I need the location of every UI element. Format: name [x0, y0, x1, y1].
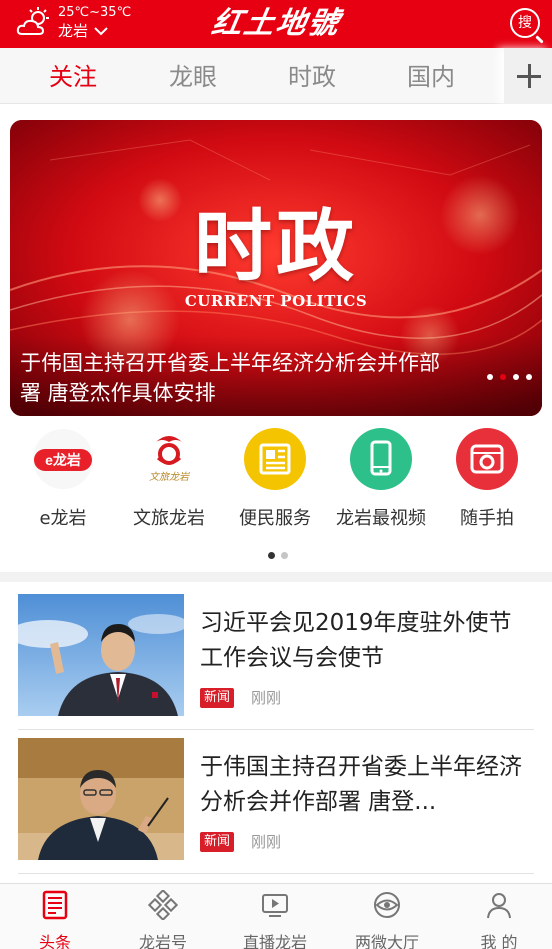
tab-follow[interactable]: 关注 — [33, 48, 113, 104]
news-thumbnail-image — [18, 738, 184, 860]
news-title: 于伟国主持召开省委上半年经济分析会并作部署 唐登... — [200, 754, 522, 815]
wenlv-logo-text: 文旅龙岩 — [149, 471, 190, 483]
section-divider — [0, 572, 552, 582]
nav-longyan-account[interactable]: 龙岩号 — [108, 888, 218, 949]
carousel-dot-active[interactable] — [500, 374, 506, 380]
e-longyan-logo-graphic: e龙岩 — [33, 429, 93, 489]
eye-icon — [374, 892, 400, 918]
news-item[interactable]: 于伟国主持召开省委上半年经济分析会并作部署 唐登... 新闻 刚刚 — [18, 738, 534, 874]
carousel-indicator — [480, 374, 532, 380]
e-longyan-logo-text: e龙岩 — [45, 452, 81, 468]
e-longyan-logo-icon: e龙岩 — [32, 428, 94, 490]
news-separator — [18, 873, 534, 874]
newspaper-glyph — [259, 443, 291, 475]
tab-politics[interactable]: 时政 — [272, 48, 352, 104]
news-thumbnail — [18, 594, 184, 716]
nav-headline[interactable]: 头条 — [0, 890, 110, 949]
banner-carousel[interactable]: 时政 CURRENT POLITICS 于伟国主持召开省委上半年经济分析会并作部… — [10, 120, 542, 416]
camera-icon — [456, 428, 518, 490]
nav-label: 龙岩号 — [138, 933, 187, 949]
temperature-range: 25℃~35℃ — [58, 5, 132, 20]
tab-longyan[interactable]: 龙眼 — [153, 48, 233, 104]
phone-glyph — [370, 440, 392, 476]
add-channel-button[interactable] — [504, 48, 552, 104]
wenlv-longyan-logo-graphic: 文旅龙岩 — [149, 436, 190, 483]
city-label: 龙岩 — [58, 22, 89, 40]
search-icon: 搜 — [510, 8, 540, 38]
banner-title: 时政 — [193, 201, 358, 292]
quick-snapshot[interactable]: 随手拍 — [432, 428, 542, 530]
bottom-navigation: 头条 龙岩号 直播龙岩 两微大厅 我 的 — [0, 883, 552, 949]
search-icon-handle — [535, 35, 544, 44]
search-button[interactable]: 搜 — [508, 6, 544, 44]
app-logo: 红土地號 — [209, 6, 344, 41]
quick-label: 文旅龙岩 — [133, 508, 205, 529]
quick-e-longyan[interactable]: e龙岩 e龙岩 — [8, 428, 118, 530]
city-selector[interactable]: 龙岩 — [58, 22, 131, 40]
quick-label: 便民服务 — [239, 508, 311, 529]
plus-icon-vertical — [527, 64, 531, 88]
quick-label: e龙岩 — [39, 508, 87, 529]
nav-label: 直播龙岩 — [242, 933, 307, 949]
nav-live-longyan[interactable]: 直播龙岩 — [220, 890, 330, 949]
nav-two-micro-hall[interactable]: 两微大厅 — [332, 890, 442, 949]
partly-cloudy-icon — [16, 7, 49, 35]
news-item[interactable]: 习近平会见2019年度驻外使节工作会议与会使节 新闻 刚刚 — [18, 594, 534, 730]
news-separator — [18, 729, 534, 730]
news-time: 刚刚 — [251, 833, 282, 851]
quick-longyan-video[interactable]: 龙岩最视频 — [326, 428, 436, 530]
weather-widget[interactable]: 25℃~35℃ 龙岩 — [16, 4, 131, 40]
nav-label: 头条 — [38, 933, 71, 949]
nav-label: 我 的 — [480, 933, 518, 949]
newspaper-icon — [244, 428, 306, 490]
quick-label: 随手拍 — [460, 508, 514, 529]
user-icon — [487, 893, 511, 919]
banner-subtitle: CURRENT POLITICS — [184, 292, 368, 310]
nav-mine[interactable]: 我 的 — [444, 890, 552, 949]
nav-label: 两微大厅 — [354, 933, 419, 949]
news-time: 刚刚 — [251, 689, 282, 707]
chevron-down-icon — [94, 27, 108, 36]
live-play-icon — [262, 894, 288, 917]
news-thumbnail — [18, 738, 184, 860]
banner-caption[interactable]: 于伟国主持召开省委上半年经济分析会并作部署 唐登杰作具体安排 — [20, 348, 450, 408]
app-header: 25℃~35℃ 龙岩 红土地號 搜 — [0, 0, 552, 48]
quick-wenlv-longyan[interactable]: 文旅龙岩 文旅龙岩 — [114, 428, 224, 530]
pager-dot-active[interactable] — [268, 552, 275, 559]
news-thumbnail-image — [18, 594, 184, 716]
carousel-dot[interactable] — [526, 374, 532, 380]
phone-icon — [350, 428, 412, 490]
quick-entries: e龙岩 e龙岩 文旅龙岩 文旅龙岩 便民服务 龙岩最视频 随手拍 — [0, 424, 552, 574]
diamond-grid-icon — [147, 888, 179, 922]
quick-entries-pager — [268, 552, 294, 559]
news-tag: 新闻 — [200, 688, 235, 708]
quick-convenience-service[interactable]: 便民服务 — [220, 428, 330, 530]
headline-icon — [42, 890, 68, 920]
news-tag: 新闻 — [200, 832, 235, 852]
channel-tabs: 关注 龙眼 时政 国内 — [0, 48, 552, 104]
news-title: 习近平会见2019年度驻外使节工作会议与会使节 — [200, 610, 512, 671]
carousel-dot[interactable] — [513, 374, 519, 380]
quick-label: 龙岩最视频 — [336, 508, 426, 529]
wenlv-longyan-logo-icon: 文旅龙岩 — [138, 428, 200, 490]
pager-dot[interactable] — [281, 552, 288, 559]
camera-glyph — [470, 444, 504, 474]
tab-domestic[interactable]: 国内 — [391, 48, 471, 104]
carousel-dot[interactable] — [487, 374, 493, 380]
